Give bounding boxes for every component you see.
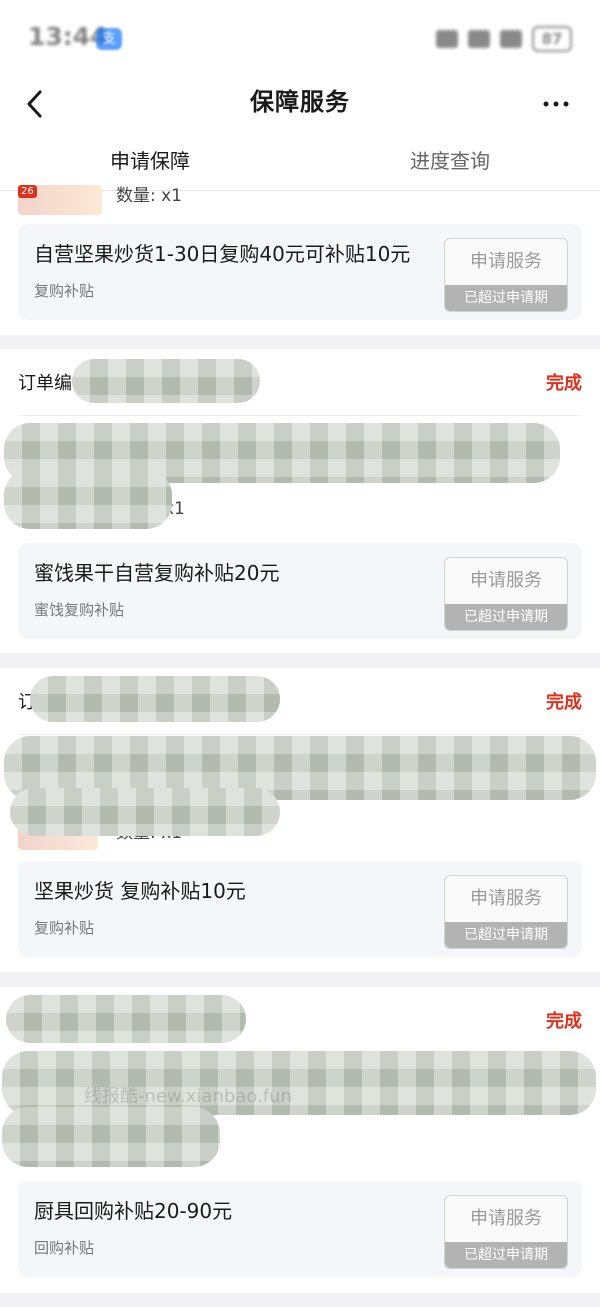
product-row: 26 数量: x1 bbox=[18, 185, 582, 225]
expired-label: 已超过申请期 bbox=[445, 922, 567, 948]
page-title: 保障服务 bbox=[250, 88, 350, 116]
tab-apply[interactable]: 申请保障 bbox=[0, 146, 300, 176]
benefit-title: 坚果炒货 复购补贴10元 bbox=[34, 879, 246, 903]
product-row bbox=[18, 1063, 582, 1173]
benefit-subtitle: 复购补贴 bbox=[34, 919, 95, 937]
signal-icon bbox=[500, 30, 522, 48]
benefit-subtitle: 蜜饯复购补贴 bbox=[34, 601, 125, 619]
alipay-icon: 支 bbox=[96, 28, 122, 50]
wifi-icon bbox=[468, 30, 490, 48]
apply-service-box: 申请服务 已超过申请期 bbox=[444, 1195, 568, 1269]
thumb-tag: 26 bbox=[18, 185, 37, 198]
status-bar: 13:44 支 87 bbox=[0, 0, 600, 76]
tab-bar: 申请保障 进度查询 bbox=[0, 132, 600, 191]
tab-progress[interactable]: 进度查询 bbox=[300, 146, 600, 176]
benefit-subtitle: 复购补贴 bbox=[34, 282, 95, 300]
nav-bar: 保障服务 bbox=[0, 76, 600, 132]
apply-service-box: 申请服务 已超过申请期 bbox=[444, 875, 568, 949]
redacted-product-info bbox=[4, 469, 172, 529]
apply-service-button[interactable]: 申请服务 bbox=[445, 558, 567, 604]
apply-service-button[interactable]: 申请服务 bbox=[445, 1196, 567, 1242]
expired-label: 已超过申请期 bbox=[445, 285, 567, 311]
order-card: 完成 厨具回购补贴20-90元 回购补贴 申请服务 已超过申请期 bbox=[0, 987, 600, 1293]
benefit-title: 蜜饯果干自营复购补贴20元 bbox=[34, 561, 280, 585]
battery-icon: 87 bbox=[532, 26, 572, 52]
order-status: 完成 bbox=[546, 692, 582, 713]
order-number-label: 订单编 bbox=[18, 373, 72, 394]
apply-service-box: 申请服务 已超过申请期 bbox=[444, 238, 568, 312]
expired-label: 已超过申请期 bbox=[445, 1242, 567, 1268]
benefit-title: 厨具回购补贴20-90元 bbox=[34, 1199, 233, 1223]
benefit-subtitle: 回购补贴 bbox=[34, 1239, 95, 1257]
order-card: 订 完成 数量: x1 坚果炒货 复购补贴10元 复购补贴 申请服务 已超过申请… bbox=[0, 668, 600, 972]
status-icons: 87 bbox=[436, 26, 572, 52]
redacted-order-number bbox=[6, 995, 246, 1043]
order-card: 26 数量: x1 自营坚果炒货1-30日复购40元可补贴10元 复购补贴 申请… bbox=[0, 185, 600, 335]
redacted-order-number bbox=[30, 676, 280, 722]
watermark: 线报酷-new.xianbao.fun bbox=[84, 1086, 292, 1107]
mute-icon bbox=[436, 30, 458, 48]
more-button[interactable] bbox=[536, 84, 576, 124]
apply-service-button[interactable]: 申请服务 bbox=[445, 239, 567, 285]
quantity-text: 数量: x1 bbox=[116, 186, 183, 206]
product-thumbnail: 26 bbox=[18, 185, 102, 215]
benefit-title: 自营坚果炒货1-30日复购40元可补贴10元 bbox=[34, 242, 411, 266]
more-icon bbox=[543, 101, 569, 107]
benefit-box: 蜜饯果干自营复购补贴20元 蜜饯复购补贴 申请服务 已超过申请期 bbox=[18, 543, 582, 639]
order-status: 完成 bbox=[546, 1011, 582, 1032]
apply-service-button[interactable]: 申请服务 bbox=[445, 876, 567, 922]
order-card: 订单编 完成 x1 蜜饯果干自营复购补贴20元 蜜饯复购补贴 申请服务 已超过申… bbox=[0, 349, 600, 653]
order-status: 完成 bbox=[546, 373, 582, 394]
redacted-order-number bbox=[72, 359, 260, 403]
apply-service-box: 申请服务 已超过申请期 bbox=[444, 557, 568, 631]
benefit-box: 厨具回购补贴20-90元 回购补贴 申请服务 已超过申请期 bbox=[18, 1181, 582, 1277]
benefit-box: 自营坚果炒货1-30日复购40元可补贴10元 复购补贴 申请服务 已超过申请期 bbox=[18, 224, 582, 320]
redacted-product-info bbox=[10, 788, 280, 836]
expired-label: 已超过申请期 bbox=[445, 604, 567, 630]
benefit-box: 坚果炒货 复购补贴10元 复购补贴 申请服务 已超过申请期 bbox=[18, 861, 582, 957]
